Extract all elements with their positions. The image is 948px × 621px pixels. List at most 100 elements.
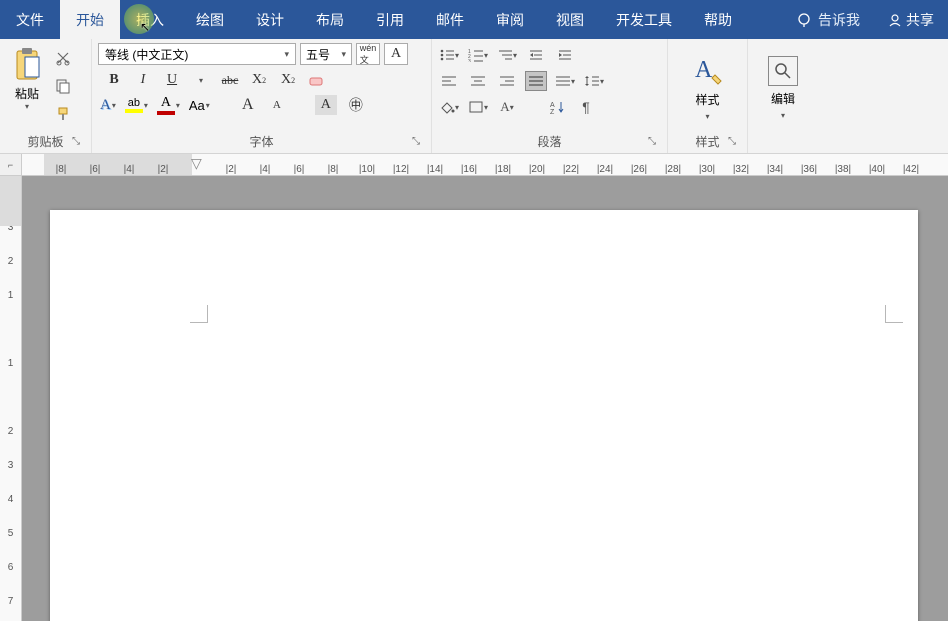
format-painter-button[interactable] bbox=[52, 103, 74, 125]
ruler-tick: |30| bbox=[690, 164, 724, 175]
ruler-v-tick: 2 bbox=[0, 414, 21, 448]
ruler-corner[interactable]: ⌐ bbox=[0, 154, 22, 176]
clipboard-launcher[interactable]: ⤡ bbox=[69, 135, 83, 149]
tab-home[interactable]: 开始 bbox=[60, 0, 120, 39]
paragraph-launcher[interactable]: ⤡ bbox=[645, 135, 659, 149]
tell-me-label: 告诉我 bbox=[818, 10, 860, 30]
chevron-down-icon: ▾ bbox=[25, 102, 29, 111]
font-launcher[interactable]: ⤡ bbox=[409, 135, 423, 149]
person-icon bbox=[888, 13, 902, 27]
increase-indent-button[interactable] bbox=[554, 45, 576, 65]
tab-review[interactable]: 审阅 bbox=[480, 0, 540, 39]
phonetic-guide-button[interactable]: wén文 bbox=[356, 43, 380, 65]
underline-dropdown[interactable]: ▾ bbox=[191, 70, 211, 90]
search-icon bbox=[774, 62, 792, 80]
tab-references[interactable]: 引用 bbox=[360, 0, 420, 39]
edit-button[interactable]: 编辑 ▾ bbox=[758, 52, 808, 124]
paint-bucket-icon bbox=[439, 100, 455, 114]
cut-button[interactable] bbox=[52, 47, 74, 69]
strikethrough-button[interactable]: abc bbox=[220, 70, 240, 90]
ruler-v-tick bbox=[0, 312, 21, 346]
char-border-button[interactable]: A bbox=[384, 43, 408, 65]
ruler-v-tick: 2 bbox=[0, 244, 21, 278]
multilevel-button[interactable]: ▾ bbox=[496, 45, 518, 65]
ruler-tick: |4| bbox=[112, 164, 146, 175]
ruler-tick: |36| bbox=[792, 164, 826, 175]
align-center-button[interactable] bbox=[467, 71, 489, 91]
line-spacing-button[interactable]: ▾ bbox=[583, 71, 605, 91]
share-label: 共享 bbox=[906, 10, 934, 30]
bullets-button[interactable]: ▾ bbox=[438, 45, 460, 65]
superscript-button[interactable]: X2 bbox=[278, 70, 298, 90]
font-size-combo[interactable]: 五号 ▾ bbox=[300, 43, 352, 65]
borders-icon bbox=[468, 100, 484, 114]
show-marks-button[interactable]: ¶ bbox=[575, 97, 597, 117]
asian-layout-button[interactable]: A ▾ bbox=[496, 97, 518, 117]
align-left-button[interactable] bbox=[438, 71, 460, 91]
align-right-button[interactable] bbox=[496, 71, 518, 91]
svg-text:A: A bbox=[695, 57, 713, 83]
document-area[interactable] bbox=[22, 176, 948, 621]
distribute-button[interactable]: ▾ bbox=[554, 71, 576, 91]
tab-devtools[interactable]: 开发工具 bbox=[600, 0, 688, 39]
brush-icon bbox=[55, 106, 71, 122]
italic-button[interactable]: I bbox=[133, 70, 153, 90]
svg-text:Z: Z bbox=[550, 109, 555, 114]
char-shading-button[interactable]: A bbox=[315, 95, 337, 115]
borders-button[interactable]: ▾ bbox=[467, 97, 489, 117]
font-color-button[interactable]: A ▾ bbox=[157, 95, 180, 115]
font-name-combo[interactable]: 等线 (中文正文) ▾ bbox=[98, 43, 296, 65]
document-page[interactable] bbox=[50, 210, 918, 621]
tell-me[interactable]: 告诉我 bbox=[782, 10, 874, 30]
ruler-tick: |6| bbox=[282, 164, 316, 175]
tab-help[interactable]: 帮助 bbox=[688, 0, 748, 39]
copy-icon bbox=[55, 78, 71, 94]
bold-button[interactable]: B bbox=[104, 70, 124, 90]
horizontal-ruler[interactable]: ▽ |8||6||4||2||2||4||6||8||10||12||14||1… bbox=[22, 154, 948, 176]
tab-insert[interactable]: 插入 ↖ bbox=[120, 0, 180, 39]
align-justify-button[interactable] bbox=[525, 71, 547, 91]
tab-draw[interactable]: 绘图 bbox=[180, 0, 240, 39]
search-icon-box bbox=[768, 56, 798, 86]
ribbon-tabs: 文件 开始 插入 ↖ 绘图 设计 布局 引用 邮件 审阅 视图 开发工具 帮助 … bbox=[0, 0, 948, 39]
underline-button[interactable]: U bbox=[162, 70, 182, 90]
copy-button[interactable] bbox=[52, 75, 74, 97]
decrease-indent-button[interactable] bbox=[525, 45, 547, 65]
styles-btn-label: 样式 bbox=[695, 91, 719, 108]
tab-layout[interactable]: 布局 bbox=[300, 0, 360, 39]
styles-button[interactable]: A 样式 ▾ bbox=[681, 49, 735, 125]
tab-view[interactable]: 视图 bbox=[540, 0, 600, 39]
ruler-tick: |24| bbox=[588, 164, 622, 175]
group-edit: 编辑 ▾ bbox=[748, 39, 818, 153]
ribbon-right: 告诉我 共享 bbox=[782, 0, 948, 39]
chevron-down-icon: ▾ bbox=[341, 49, 346, 60]
group-paragraph-label: 段落 ⤡ bbox=[438, 130, 661, 153]
text-effect-button[interactable]: A ▾ bbox=[100, 97, 116, 114]
numbering-button[interactable]: 123 ▾ bbox=[467, 45, 489, 65]
clear-format-button[interactable] bbox=[307, 70, 327, 90]
styles-launcher[interactable]: ⤡ bbox=[725, 135, 739, 149]
ruler-v-tick: 1 bbox=[0, 278, 21, 312]
shrink-font-button[interactable]: A bbox=[267, 95, 287, 115]
enclose-char-button[interactable]: ㊥ bbox=[346, 95, 366, 115]
group-styles-label: 样式 ⤡ bbox=[674, 130, 741, 153]
multilevel-icon bbox=[497, 48, 513, 62]
ruler-v-tick: 6 bbox=[0, 550, 21, 584]
subscript-button[interactable]: X2 bbox=[249, 70, 269, 90]
tab-file[interactable]: 文件 bbox=[0, 0, 60, 39]
sort-button[interactable]: AZ bbox=[546, 97, 568, 117]
group-styles: A 样式 ▾ 样式 ⤡ bbox=[668, 39, 748, 153]
highlight-button[interactable]: ab ▾ bbox=[125, 97, 148, 113]
grow-font-button[interactable]: A bbox=[238, 95, 258, 115]
tab-mail[interactable]: 邮件 bbox=[420, 0, 480, 39]
share-button[interactable]: 共享 bbox=[874, 10, 948, 30]
tab-design[interactable]: 设计 bbox=[240, 0, 300, 39]
paste-button[interactable]: 粘贴 ▾ bbox=[6, 43, 48, 113]
shading-button[interactable]: ▾ bbox=[438, 97, 460, 117]
chevron-down-icon: ▾ bbox=[484, 103, 488, 112]
align-right-icon bbox=[499, 75, 515, 87]
chevron-down-icon: ▾ bbox=[112, 101, 116, 110]
vertical-ruler[interactable]: 43211234567891011 bbox=[0, 176, 22, 621]
chevron-down-icon: ▾ bbox=[284, 49, 289, 60]
change-case-button[interactable]: Aa ▾ bbox=[189, 98, 210, 113]
